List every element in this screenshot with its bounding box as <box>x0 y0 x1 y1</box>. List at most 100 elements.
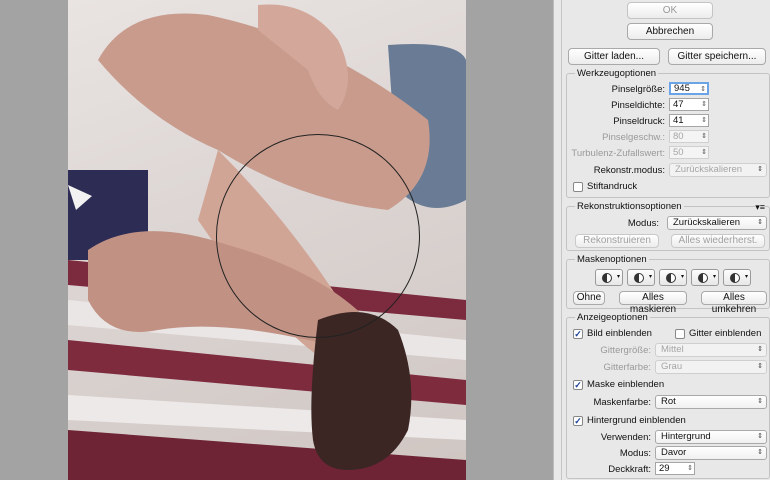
use-value: Hintergrund <box>661 431 711 442</box>
reconstruct-mode-select: Zurückskalieren ⇕ <box>669 163 767 177</box>
reconstruct-button: Rekonstruieren <box>575 234 659 248</box>
opacity-field[interactable]: 29 ⇕ <box>655 462 695 475</box>
tool-options-title: Werkzeugoptionen <box>575 68 659 79</box>
mesh-size-label: Gittergröße: <box>600 345 651 356</box>
dropdown-arrow-icon: ▾ <box>616 274 620 280</box>
dropdown-arrow-icon: ▾ <box>680 274 684 280</box>
mask-color-label: Maskenfarbe: <box>593 397 651 408</box>
stepper-icon[interactable]: ⇕ <box>685 462 695 475</box>
show-mask-checkbox[interactable]: ✓ <box>573 380 583 390</box>
mask-all-button[interactable]: Alles maskieren <box>619 291 687 315</box>
stylus-pressure-checkbox[interactable] <box>573 182 583 192</box>
mask-color-select[interactable]: Rot ⇕ <box>655 395 767 409</box>
mask-icon <box>730 273 740 283</box>
dropdown-arrow-icon: ⇕ <box>757 166 763 173</box>
mask-subtract-button[interactable]: ▾ <box>659 269 687 286</box>
brush-size-value: 945 <box>674 83 690 94</box>
stepper-icon[interactable]: ⇕ <box>699 114 709 127</box>
ok-button[interactable]: OK <box>627 2 713 19</box>
save-mesh-button[interactable]: Gitter speichern... <box>668 48 766 65</box>
mesh-color-select: Grau ⇕ <box>655 360 767 374</box>
show-image-checkbox[interactable]: ✓ <box>573 329 583 339</box>
reconstruct-options-group: Rekonstruktionsoptionen ▾≡ Modus: Zurück… <box>566 201 770 251</box>
view-options-title: Anzeigeoptionen <box>575 312 650 323</box>
mask-add-button[interactable]: ▾ <box>627 269 655 286</box>
mask-replace-button[interactable]: ▾ <box>595 269 623 286</box>
view-options-group: Anzeigeoptionen ✓ Bild einblenden Gitter… <box>566 312 770 479</box>
stepper-icon[interactable]: ⇕ <box>699 98 709 111</box>
turbulence-field: 50 ⇕ <box>669 146 709 159</box>
brush-density-label: Pinseldichte: <box>611 100 665 111</box>
liquify-options-panel: OK Abbrechen Gitter laden... Gitter spei… <box>561 0 770 480</box>
tool-options-group: Werkzeugoptionen Pinselgröße: 945 ⇕ Pinse… <box>566 68 770 198</box>
dropdown-arrow-icon: ⇕ <box>757 449 763 456</box>
vertical-scrollbar[interactable] <box>553 0 561 480</box>
brush-rate-field: 80 ⇕ <box>669 130 709 143</box>
brush-rate-value: 80 <box>673 131 684 142</box>
reconstruct-mode-dropdown-value: Zurückskalieren <box>673 217 741 228</box>
brush-density-field[interactable]: 47 ⇕ <box>669 98 709 111</box>
brush-pressure-field[interactable]: 41 ⇕ <box>669 114 709 127</box>
reconstruct-mode-label-2: Modus: <box>627 218 659 229</box>
mask-options-title: Maskenoptionen <box>575 254 649 265</box>
show-mesh-label: Gitter einblenden <box>689 328 762 339</box>
use-select[interactable]: Hintergrund ⇕ <box>655 430 767 444</box>
stepper-icon: ⇕ <box>701 133 707 140</box>
mask-options-group: Maskenoptionen ▾ ▾ ▾ ▾ ▾ Ohne Alles mask… <box>566 254 770 315</box>
opacity-label: Deckkraft: <box>608 464 651 475</box>
backdrop-mode-value: Davor <box>661 447 687 458</box>
mask-icon <box>666 273 676 283</box>
mask-intersect-button[interactable]: ▾ <box>691 269 719 286</box>
dropdown-arrow-icon: ▾ <box>648 274 652 280</box>
load-mesh-button[interactable]: Gitter laden... <box>568 48 660 65</box>
restore-all-button: Alles wiederherst. <box>671 234 765 248</box>
brush-pressure-label: Pinseldruck: <box>613 116 665 127</box>
mask-invert-button[interactable]: ▾ <box>723 269 751 286</box>
mask-icon <box>634 273 644 283</box>
mesh-size-value: Mittel <box>661 344 684 355</box>
backdrop-mode-label: Modus: <box>619 448 651 459</box>
brush-cursor-circle <box>216 134 420 338</box>
show-image-label: Bild einblenden <box>587 328 652 339</box>
use-label: Verwenden: <box>600 432 651 443</box>
mask-icon <box>602 273 612 283</box>
mask-none-button[interactable]: Ohne <box>573 291 605 305</box>
reconstruct-mode-dropdown[interactable]: Zurückskalieren ⇕ <box>667 216 767 230</box>
reconstruct-mode-label: Rekonstr.modus: <box>593 165 665 176</box>
stepper-icon: ⇕ <box>701 149 707 156</box>
opacity-value: 29 <box>659 463 670 474</box>
panel-menu-icon[interactable]: ▾≡ <box>755 202 765 213</box>
backdrop-mode-select[interactable]: Davor ⇕ <box>655 446 767 460</box>
show-mesh-checkbox[interactable] <box>675 329 685 339</box>
photo-preview[interactable] <box>68 0 466 480</box>
preview-canvas[interactable] <box>0 0 553 480</box>
brush-size-label: Pinselgröße: <box>611 84 665 95</box>
dropdown-arrow-icon: ⇕ <box>757 433 763 440</box>
stylus-pressure-label: Stiftandruck <box>587 181 638 192</box>
dropdown-arrow-icon: ▾ <box>744 274 748 280</box>
brush-rate-label: Pinselgeschw.: <box>602 132 665 143</box>
brush-density-value: 47 <box>673 99 684 110</box>
cancel-button[interactable]: Abbrechen <box>627 23 713 40</box>
dropdown-arrow-icon: ⇕ <box>757 363 763 370</box>
show-backdrop-label: Hintergrund einblenden <box>587 415 686 426</box>
brush-size-field[interactable]: 945 ⇕ <box>669 82 709 95</box>
reconstruct-options-title: Rekonstruktionsoptionen <box>575 201 684 212</box>
brush-pressure-value: 41 <box>673 115 684 126</box>
mask-icon <box>698 273 708 283</box>
dropdown-arrow-icon: ▾ <box>712 274 716 280</box>
invert-all-button[interactable]: Alles umkehren <box>701 291 767 315</box>
turbulence-label: Turbulenz-Zufallswert: <box>571 148 665 159</box>
mesh-color-label: Gitterfarbe: <box>603 362 651 373</box>
mesh-color-value: Grau <box>661 361 683 372</box>
stepper-icon[interactable]: ⇕ <box>698 83 708 96</box>
turbulence-value: 50 <box>673 147 684 158</box>
show-backdrop-checkbox[interactable]: ✓ <box>573 416 583 426</box>
checkmark-icon: ✓ <box>574 416 582 426</box>
mask-color-value: Rot <box>661 396 676 407</box>
dropdown-arrow-icon: ⇕ <box>757 398 763 405</box>
mask-mode-buttons: ▾ ▾ ▾ ▾ ▾ <box>595 269 765 286</box>
dropdown-arrow-icon: ⇕ <box>757 219 763 226</box>
checkmark-icon: ✓ <box>574 380 582 390</box>
show-mask-label: Maske einblenden <box>587 379 665 390</box>
